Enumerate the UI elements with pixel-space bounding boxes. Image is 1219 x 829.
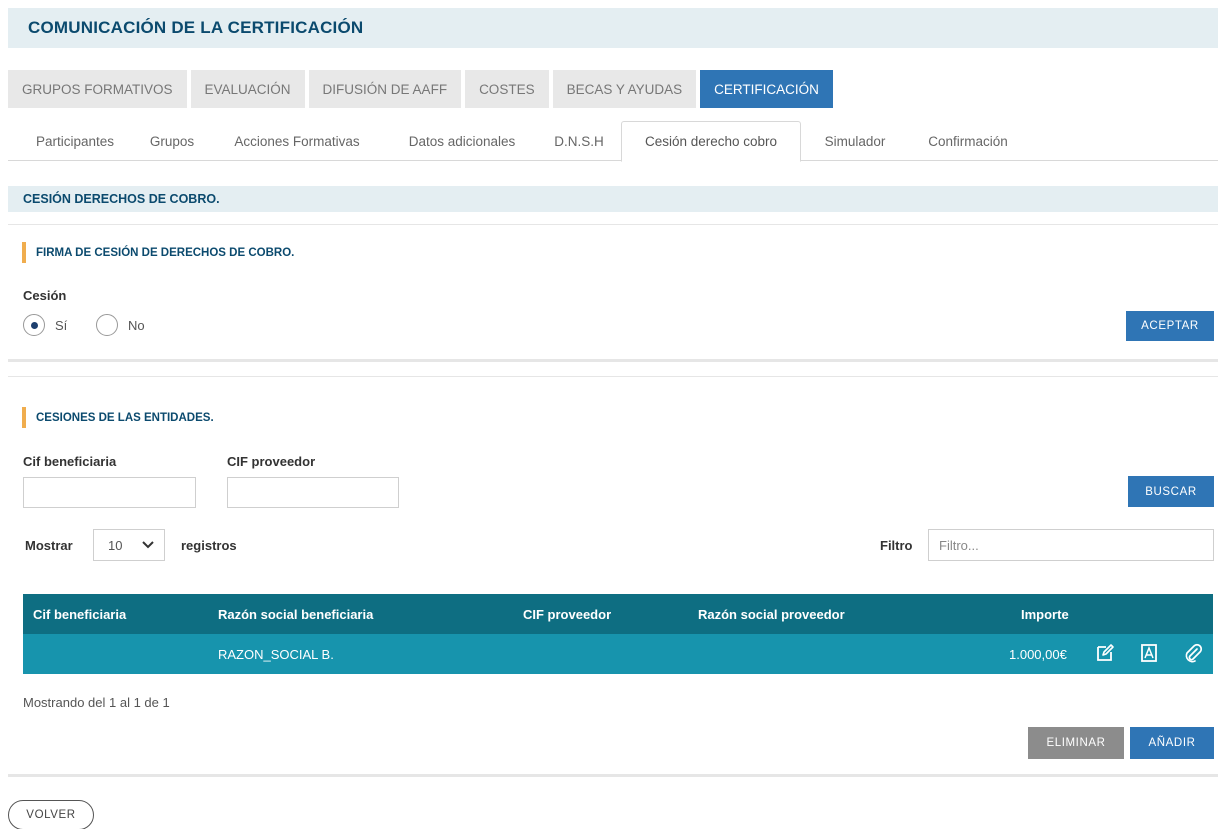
firma-panel: FIRMA DE CESIÓN DE DERECHOS DE COBRO. Ce… <box>8 224 1218 362</box>
firma-panel-title-text: FIRMA DE CESIÓN DE DERECHOS DE COBRO. <box>36 246 295 259</box>
radio-selected-dot <box>30 321 38 329</box>
cesion-label: Cesión <box>23 288 67 303</box>
radio-no-label: No <box>128 317 145 333</box>
radio-si-label: Sí <box>55 317 68 333</box>
cif-beneficiaria-input[interactable] <box>23 477 196 508</box>
entidades-panel-title-text: CESIONES DE LAS ENTIDADES. <box>36 411 214 424</box>
col-cif-beneficiaria[interactable]: Cif beneficiaria <box>33 607 126 622</box>
cesiones-table: Cif beneficiaria Razón social beneficiar… <box>23 594 1213 674</box>
main-tabs: GRUPOS FORMATIVOS EVALUACIÓN DIFUSIÓN DE… <box>8 70 833 108</box>
cell-razon-social-beneficiaria: RAZON_SOCIAL B. <box>218 647 334 662</box>
radio-si[interactable]: Sí <box>23 314 67 336</box>
col-importe[interactable]: Importe <box>1021 607 1069 622</box>
anadir-button[interactable]: AÑADIR <box>1130 727 1214 759</box>
filtro-input[interactable] <box>928 529 1214 561</box>
cif-proveedor-input[interactable] <box>227 477 399 508</box>
tab-evaluacion[interactable]: EVALUACIÓN <box>190 70 305 108</box>
tab-grupos-formativos[interactable]: GRUPOS FORMATIVOS <box>8 70 187 108</box>
page-size-select[interactable]: 10 <box>93 529 165 561</box>
subtab-grupos[interactable]: Grupos <box>140 121 204 161</box>
section-title: CESIÓN DERECHOS DE COBRO. <box>23 192 220 206</box>
radio-no[interactable]: No <box>96 314 145 336</box>
table-row[interactable]: RAZON_SOCIAL B. 1.000,00€ <box>23 634 1213 674</box>
col-cif-proveedor[interactable]: CIF proveedor <box>523 607 611 622</box>
tab-difusion-aaff[interactable]: DIFUSIÓN DE AAFF <box>308 70 462 108</box>
radio-si-circle[interactable] <box>23 314 45 336</box>
panel-marker <box>22 242 26 263</box>
page-size-value: 10 <box>108 537 123 553</box>
volver-button[interactable]: VOLVER <box>8 800 94 829</box>
col-razon-social-proveedor[interactable]: Razón social proveedor <box>698 607 845 622</box>
mostrar-label: Mostrar <box>25 538 73 553</box>
pagination-info: Mostrando del 1 al 1 de 1 <box>23 695 170 710</box>
page-header: COMUNICACIÓN DE LA CERTIFICACIÓN <box>8 8 1218 48</box>
subtab-confirmacion[interactable]: Confirmación <box>913 121 1023 161</box>
cif-proveedor-label: CIF proveedor <box>227 454 316 469</box>
cell-importe: 1.000,00€ <box>1009 647 1067 662</box>
subtab-dnsh[interactable]: D.N.S.H <box>544 121 614 161</box>
edit-icon[interactable] <box>1095 643 1115 663</box>
tab-becas-ayudas[interactable]: BECAS Y AYUDAS <box>552 70 697 108</box>
chevron-down-icon <box>142 541 154 549</box>
table-header: Cif beneficiaria Razón social beneficiar… <box>23 594 1213 634</box>
pdf-icon[interactable] <box>1139 643 1159 663</box>
entidades-panel-title: CESIONES DE LAS ENTIDADES. <box>22 407 214 428</box>
panel-marker <box>22 407 26 428</box>
subtab-acciones-formativas[interactable]: Acciones Formativas <box>222 121 372 161</box>
tab-certificacion[interactable]: CERTIFICACIÓN <box>700 70 833 108</box>
subtab-datos-adicionales[interactable]: Datos adicionales <box>392 121 532 161</box>
subtab-participantes[interactable]: Participantes <box>22 121 128 161</box>
page-title: COMUNICACIÓN DE LA CERTIFICACIÓN <box>28 18 364 37</box>
cif-beneficiaria-label: Cif beneficiaria <box>23 454 117 469</box>
subtab-cesion-derecho-cobro[interactable]: Cesión derecho cobro <box>621 121 801 162</box>
registros-label: registros <box>181 538 237 553</box>
subtab-simulador[interactable]: Simulador <box>808 121 902 161</box>
section-header: CESIÓN DERECHOS DE COBRO. <box>8 186 1218 212</box>
buscar-button[interactable]: BUSCAR <box>1128 476 1214 507</box>
filtro-label: Filtro <box>880 538 913 553</box>
paperclip-icon[interactable] <box>1183 643 1203 663</box>
eliminar-button[interactable]: ELIMINAR <box>1028 727 1124 759</box>
col-razon-social-beneficiaria[interactable]: Razón social beneficiaria <box>218 607 373 622</box>
sub-tabs: Participantes Grupos Acciones Formativas… <box>8 121 1218 162</box>
tab-costes[interactable]: COSTES <box>465 70 549 108</box>
radio-no-circle[interactable] <box>96 314 118 336</box>
firma-panel-title: FIRMA DE CESIÓN DE DERECHOS DE COBRO. <box>22 242 294 263</box>
entidades-panel: CESIONES DE LAS ENTIDADES. Cif beneficia… <box>8 376 1218 777</box>
aceptar-button[interactable]: ACEPTAR <box>1126 311 1214 341</box>
